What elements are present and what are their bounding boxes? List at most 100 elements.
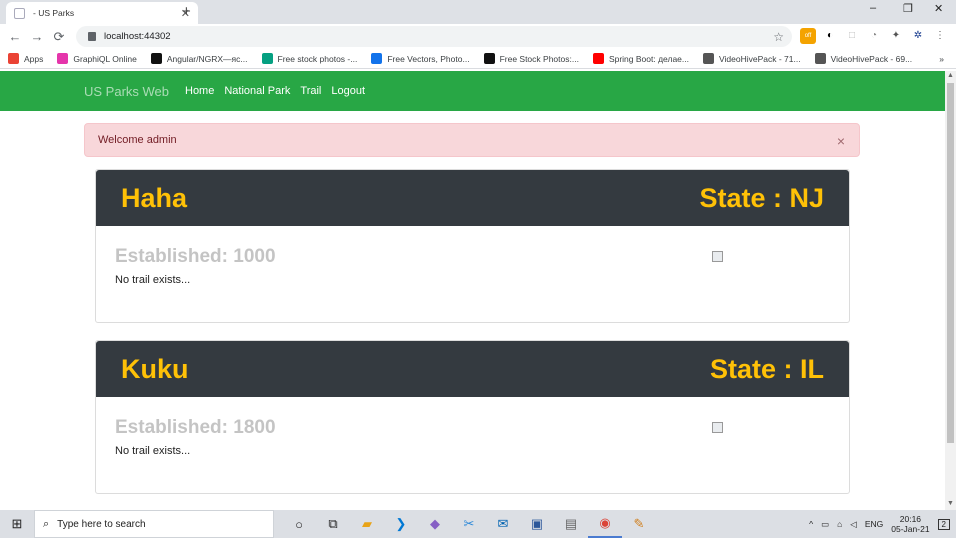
bookmark-label: Angular/NGRX—яс... [166, 53, 248, 64]
park-card-body: Established: 1800 No trail exists... [96, 397, 849, 493]
clock-time: 20:16 [899, 514, 922, 524]
graphql-icon [57, 53, 69, 64]
snip-icon[interactable]: ✂ [452, 510, 486, 538]
clock[interactable]: 20:16 05-Jan-21 [891, 514, 929, 534]
park-name: Kuku [121, 353, 189, 384]
park-state: State : IL [709, 353, 824, 384]
bookmark-item[interactable]: GraphiQL Online [57, 53, 137, 64]
bookmark-item[interactable]: Spring Boot: делае... [592, 53, 689, 64]
file-explorer-icon[interactable]: ▰ [350, 510, 384, 538]
task-view-icon[interactable]: ⧉ [316, 510, 350, 538]
app-icon[interactable]: ▤ [554, 510, 588, 538]
new-tab-button[interactable]: + [182, 3, 191, 20]
browser-tab-strip: - US Parks ✕ + – ❐ ✕ [0, 0, 956, 24]
nav-logout-link[interactable]: Logout [331, 85, 365, 97]
notification-count[interactable]: 2 [937, 518, 950, 530]
bookmark-label: VideoHivePack - 69... [830, 53, 913, 64]
page-icon [14, 7, 25, 19]
bookmark-label: Free Stock Photos:... [499, 53, 579, 64]
freepik-icon [371, 53, 383, 64]
network-icon[interactable]: ⌂ [837, 519, 842, 529]
park-card-header: Haha State : NJ [96, 170, 849, 226]
scroll-down-icon[interactable]: ▼ [947, 500, 954, 507]
start-button-icon[interactable]: ⊞ [0, 516, 34, 532]
visual-studio-icon[interactable]: ◆ [418, 510, 452, 538]
welcome-alert: Welcome admin × [84, 123, 860, 157]
taskbar-search-input[interactable]: ⌕ Type here to search [34, 510, 274, 538]
windows-taskbar: ⊞ ⌕ Type here to search ○ ⧉ ▰ ❯ ◆ ✂ ✉ ▣ ▤ ◉ ✎ ^ ▭ … [0, 510, 956, 538]
tray-chevron-icon[interactable]: ^ [809, 519, 813, 529]
park-card-header: Kuku State : IL [96, 341, 849, 397]
bookmark-item[interactable]: VideoHivePack - 69... [814, 53, 913, 64]
extension-loading-icon[interactable]: ◔ [866, 28, 882, 44]
bookmark-item[interactable]: VideoHivePack - 71... [702, 53, 801, 64]
bookmark-label: VideoHivePack - 71... [718, 53, 801, 64]
videohive-icon [814, 53, 826, 64]
videohive-icon [702, 53, 714, 64]
b-icon [483, 53, 495, 64]
park-card: Kuku State : IL Established: 1800 No tra… [95, 340, 850, 494]
extension-blank-icon[interactable]: □ [844, 28, 860, 44]
bookmark-item[interactable]: Apps [8, 53, 43, 64]
url-text: localhost:44302 [104, 31, 171, 42]
park-card-body: Established: 1000 No trail exists... [96, 226, 849, 322]
extensions-puzzle-icon[interactable]: ✦ [888, 28, 904, 44]
battery-icon[interactable]: ▭ [821, 519, 829, 530]
cortana-icon[interactable]: ○ [282, 510, 316, 538]
minimize-icon[interactable]: – [870, 2, 876, 14]
bookmark-star-icon[interactable]: ☆ [773, 30, 784, 44]
scroll-up-icon[interactable]: ▲ [947, 72, 954, 79]
system-tray: ^ ▭ ⌂ ◁ ENG 20:16 05-Jan-21 2 [809, 510, 950, 538]
browser-tab[interactable]: - US Parks ✕ [6, 2, 198, 24]
remote-desktop-icon[interactable]: ▣ [520, 510, 554, 538]
bookmark-item[interactable]: Angular/NGRX—яс... [150, 53, 248, 64]
extension-off-icon[interactable]: off [800, 28, 816, 44]
bookmarks-bar: Apps GraphiQL Online Angular/NGRX—яс... Fre… [0, 49, 956, 69]
broken-image-icon [712, 251, 723, 262]
browser-toolbar: ← → ⟳ localhost:44302 ☆ off ◐ □ ◔ ✦ ✲ ⋮ [0, 24, 956, 49]
park-card: Haha State : NJ Established: 1000 No tra… [95, 169, 850, 323]
paint-icon[interactable]: ✎ [622, 510, 656, 538]
address-bar[interactable]: localhost:44302 ☆ [76, 26, 792, 47]
nav-trail-link[interactable]: Trail [300, 85, 321, 97]
chrome-icon[interactable]: ◉ [588, 510, 622, 538]
scrollbar-thumb[interactable] [947, 83, 954, 443]
pexels-icon [261, 53, 273, 64]
medium-icon [150, 53, 162, 64]
trail-message: No trail exists... [115, 274, 191, 286]
lock-icon [88, 32, 96, 41]
dark-reader-icon[interactable]: ◐ [822, 28, 838, 44]
bookmark-label: GraphiQL Online [73, 53, 137, 64]
bookmarks-overflow-icon[interactable]: » [939, 54, 944, 64]
forward-arrow-icon[interactable]: → [26, 29, 48, 44]
search-icon: ⌕ [43, 517, 50, 530]
profile-avatar-icon[interactable]: ✲ [910, 28, 926, 44]
language-indicator[interactable]: ENG [865, 519, 883, 529]
bookmark-label: Free Vectors, Photo... [387, 53, 470, 64]
close-window-icon[interactable]: ✕ [934, 2, 943, 15]
park-state: State : NJ [699, 182, 824, 213]
vscode-icon[interactable]: ❯ [384, 510, 418, 538]
extension-icons: off ◐ □ ◔ ✦ ✲ ⋮ [800, 28, 948, 44]
close-icon[interactable]: × [837, 133, 845, 149]
volume-icon[interactable]: ◁ [850, 519, 857, 530]
restore-icon[interactable]: ❐ [903, 2, 913, 15]
park-name: Haha [121, 182, 188, 213]
search-placeholder: Type here to search [57, 518, 146, 530]
menu-kebab-icon[interactable]: ⋮ [932, 28, 948, 44]
bookmark-item[interactable]: Free Vectors, Photo... [371, 53, 470, 64]
page-scrollbar[interactable]: ▲ ▼ [945, 71, 956, 510]
back-arrow-icon[interactable]: ← [4, 29, 26, 44]
bookmark-label: Spring Boot: делае... [608, 53, 689, 64]
taskbar-apps: ○ ⧉ ▰ ❯ ◆ ✂ ✉ ▣ ▤ ◉ ✎ [282, 510, 656, 538]
bookmark-label: Apps [24, 53, 44, 64]
broken-image-icon [712, 422, 723, 433]
bookmark-item[interactable]: Free Stock Photos:... [483, 53, 579, 64]
reload-icon[interactable]: ⟳ [48, 29, 70, 45]
brand-link[interactable]: US Parks Web [84, 84, 169, 99]
nav-home-link[interactable]: Home [185, 85, 214, 97]
apps-icon [8, 53, 19, 64]
bookmark-item[interactable]: Free stock photos -... [261, 53, 357, 64]
nav-national-park-link[interactable]: National Park [224, 85, 290, 97]
mail-icon[interactable]: ✉ [486, 510, 520, 538]
